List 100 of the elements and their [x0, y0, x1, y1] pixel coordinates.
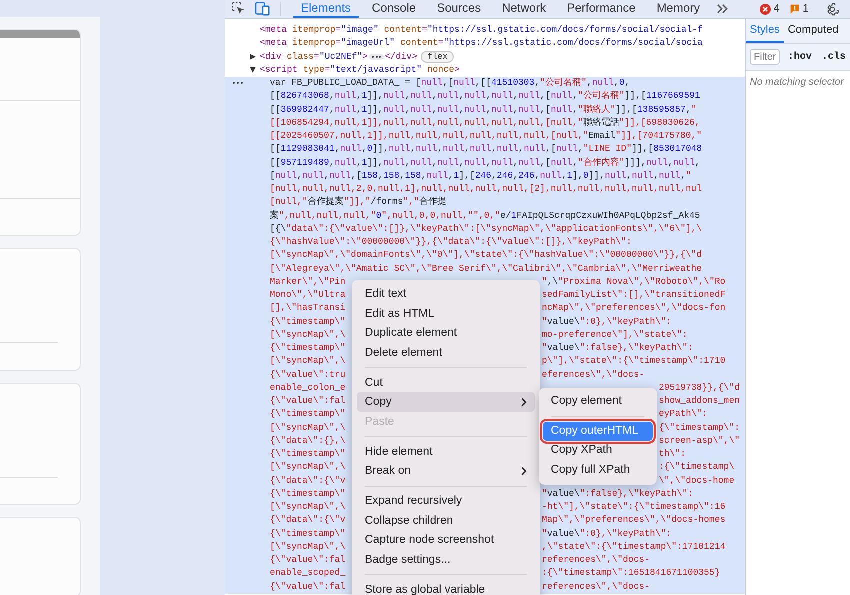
- code-line: [[1129083041,null,0]],null,null,null,null,null,null,[null,"LINE ID"]],[853017048: [270, 143, 702, 156]
- code-line: screen-asp\",\": [659, 434, 740, 448]
- code-line: {\"data\":{\"v: [270, 514, 346, 528]
- code-line: [\"syncMap\",\: [270, 540, 346, 554]
- code-line: "value\":false},\"keyPath\":: [542, 488, 694, 501]
- code-line: sedFamilyList\":[],\"transitionedF: [542, 289, 726, 302]
- panel-tab[interactable]: Memory: [648, 0, 708, 18]
- html-tag[interactable]: <meta itemprop="imageUrl" content="https://ssl.gstatic.com/docs/forms/social/socia: [260, 37, 703, 50]
- code-line: \",\"docs-home: [659, 474, 735, 488]
- html-tag[interactable]: <meta itemprop="image" content="https://ssl.gstatic.com/docs/forms/social/social-f: [260, 24, 703, 38]
- menu-item[interactable]: Badge settings...: [357, 550, 535, 570]
- warning-count[interactable]: 1: [802, 3, 809, 15]
- code-line: [null,null,null,[158,158,158,null,1],[246,246,246,null,1],0]],null,null,null,": [270, 170, 692, 183]
- code-line: [\"syncMap\",\: [270, 328, 346, 342]
- code-line: Marker\",\"Pin: [270, 276, 346, 289]
- chevron-right-icon: [521, 466, 527, 476]
- code-line: {\"value\":fal: [270, 580, 346, 594]
- menu-item[interactable]: Hide element: [357, 442, 535, 462]
- code-line: ncMap\",\"preferences\",\"docs-fon: [542, 302, 726, 316]
- menu-item[interactable]: Edit as HTML: [357, 304, 535, 324]
- menu-item[interactable]: Copy outerHTML: [543, 422, 653, 442]
- menu-item[interactable]: Copy element: [543, 392, 653, 412]
- code-line: {\"value\":tru: [270, 368, 346, 382]
- code-line: [\"syncMap\",\: [270, 461, 346, 474]
- code-line: {\"value\":fal: [270, 554, 346, 567]
- code-line: [null,"合作提案"]],"/forms","合作提: [270, 196, 446, 210]
- code-line: 案",null,null,null,"0",null,0,0,null,"",0,"e/1FAIpQLScrqpCzxuWIh0APqLQbp2sf_Ak45: [270, 210, 700, 222]
- inspect-icon[interactable]: [232, 2, 246, 16]
- panel-tab[interactable]: Sources: [429, 0, 490, 18]
- code-line: "value\":0},\"keyPath\":: [542, 528, 672, 540]
- code-line: {\"timestamp\": [270, 316, 346, 328]
- warning-icon: [790, 4, 800, 14]
- code-line: [[369982447,null,1]],null,null,null,null,null,null,[null,"聯絡人"]],[138595857,": [270, 104, 697, 116]
- styles-tab[interactable]: Computed: [784, 19, 843, 43]
- menu-item[interactable]: Collapse children: [357, 510, 535, 531]
- code-line: Mono\",\"Ultra: [270, 289, 346, 302]
- code-line: Map\",\"preferences\",\"docs-homes: [542, 514, 726, 528]
- code-line: [null,null,null,2,0,null,1],null,null,null,null,[2],null,null,null,null,null,nul: [270, 183, 702, 196]
- code-line: -ht\"],\"state\":{\"timestamp\":16: [542, 501, 726, 514]
- code-line: [\"syncMap\",\: [270, 422, 346, 434]
- code-line: "value\":0},\"keyPath\":: [542, 316, 672, 328]
- menu-item[interactable]: Duplicate element: [357, 323, 535, 344]
- flex-badge[interactable]: flex: [421, 51, 454, 64]
- panel-tab[interactable]: Console: [364, 0, 424, 18]
- error-icon: [760, 4, 771, 14]
- toggle-button[interactable]: :hov: [786, 52, 814, 62]
- chevron-right-icon: [521, 398, 527, 407]
- code-line: 29519738}},{\"d: [659, 382, 740, 395]
- ellipsis-icon[interactable]: [369, 54, 384, 60]
- code-line: [[957119489,null,1]],null,null,null,null,null,null,[null,"合作內容"]]],null,null,: [270, 156, 700, 170]
- code-line: {\"data\":{},\: [270, 434, 346, 448]
- code-line: {\"data\":{\"v: [270, 474, 346, 488]
- code-line: show_addons_men: [659, 395, 740, 408]
- code-line: [\"syncMap\",\"domainFonts\",\"0\"],\"state\":{\"hashValue\":\"00000000\"}},{\"d: [270, 249, 702, 262]
- toggle-button[interactable]: .cls: [820, 52, 848, 62]
- menu-item[interactable]: Copy XPath: [543, 441, 653, 462]
- code-line: ,\"state\":{\"timestamp\":17101214: [542, 540, 726, 554]
- menu-item[interactable]: Copy full XPath: [543, 461, 653, 481]
- code-line: [\"syncMap\",\: [270, 355, 346, 368]
- code-line: [[106854294,null,1]],null,null,null,null,null,null,[null,"聯絡電話"]],[698030626,: [270, 116, 700, 130]
- html-tag[interactable]: <div class="Uc2NEf">: [260, 50, 368, 64]
- code-line: {\"value\":fal: [270, 395, 346, 408]
- code-line: var FB_PUBLIC_LOAD_DATA_ = [null,[null,[[41510303,"公司名稱",null,0,: [270, 77, 630, 90]
- code-line: {\"timestamp\": [270, 528, 346, 540]
- menu-item[interactable]: Edit text: [357, 284, 535, 304]
- code-line: p\"],\"state\":{\"timestamp\":1710: [542, 355, 726, 368]
- filter-field[interactable]: Filter: [750, 49, 780, 65]
- code-line: {\"timestamp\": [270, 488, 346, 501]
- code-line: enable_colon_e: [270, 382, 346, 395]
- more-tabs-icon[interactable]: [717, 4, 730, 14]
- error-count[interactable]: 4: [774, 3, 780, 15]
- code-line: [],\"hasTransi: [270, 302, 346, 316]
- device-icon[interactable]: [255, 2, 271, 16]
- code-line: eferences\",\"docs-: [542, 368, 645, 382]
- code-line: mo-preference\"],\"state\":: [542, 328, 688, 342]
- menu-item[interactable]: Cut: [357, 372, 535, 392]
- code-line: {\"timestamp\": [270, 408, 346, 422]
- code-line: {\"timestamp\":: [659, 422, 740, 434]
- code-line: {\"timestamp\": [270, 342, 346, 355]
- code-line: [[2025460507,null,1]],null,null,null,null,null,null,[null,"Email"]],[704175780,": [270, 130, 702, 143]
- html-tag: </div>: [385, 50, 418, 64]
- code-line: "value\":false},\"keyPath\":: [542, 342, 694, 355]
- menu-item[interactable]: Break on: [357, 462, 535, 482]
- panel-tab[interactable]: Network: [494, 0, 554, 18]
- settings-icon[interactable]: [825, 2, 840, 16]
- expand-triangle-icon[interactable]: [250, 54, 256, 60]
- code-line: :{\"timestamp\":1651841671100355}: [542, 567, 720, 580]
- code-line: enable_scoped_: [270, 567, 346, 580]
- empty-message: No matching selector: [749, 76, 846, 90]
- menu-item[interactable]: Copy: [357, 392, 535, 412]
- code-line: [[826743068,null,1]],null,null,null,null,null,null,[null,"公司名稱"]],[1167669591: [270, 90, 700, 104]
- code-line: [\"Alegreya\",\"Amatic SC\",\"Bree Serif\",\"Calibri\",\"Cambria\",\"Merriweathe: [270, 262, 702, 276]
- menu-item[interactable]: Capture node screenshot: [357, 530, 535, 550]
- code-line: {\"timestamp\": [270, 448, 346, 461]
- html-tag[interactable]: <script type="text/javascript" nonce>: [260, 64, 460, 77]
- panel-tab[interactable]: Performance: [559, 0, 644, 18]
- code-line: [\"syncMap\",\: [270, 501, 346, 514]
- menu-item[interactable]: Store as global variable: [357, 580, 535, 595]
- menu-item[interactable]: Expand recursively: [357, 491, 535, 511]
- menu-item[interactable]: Delete element: [357, 343, 535, 363]
